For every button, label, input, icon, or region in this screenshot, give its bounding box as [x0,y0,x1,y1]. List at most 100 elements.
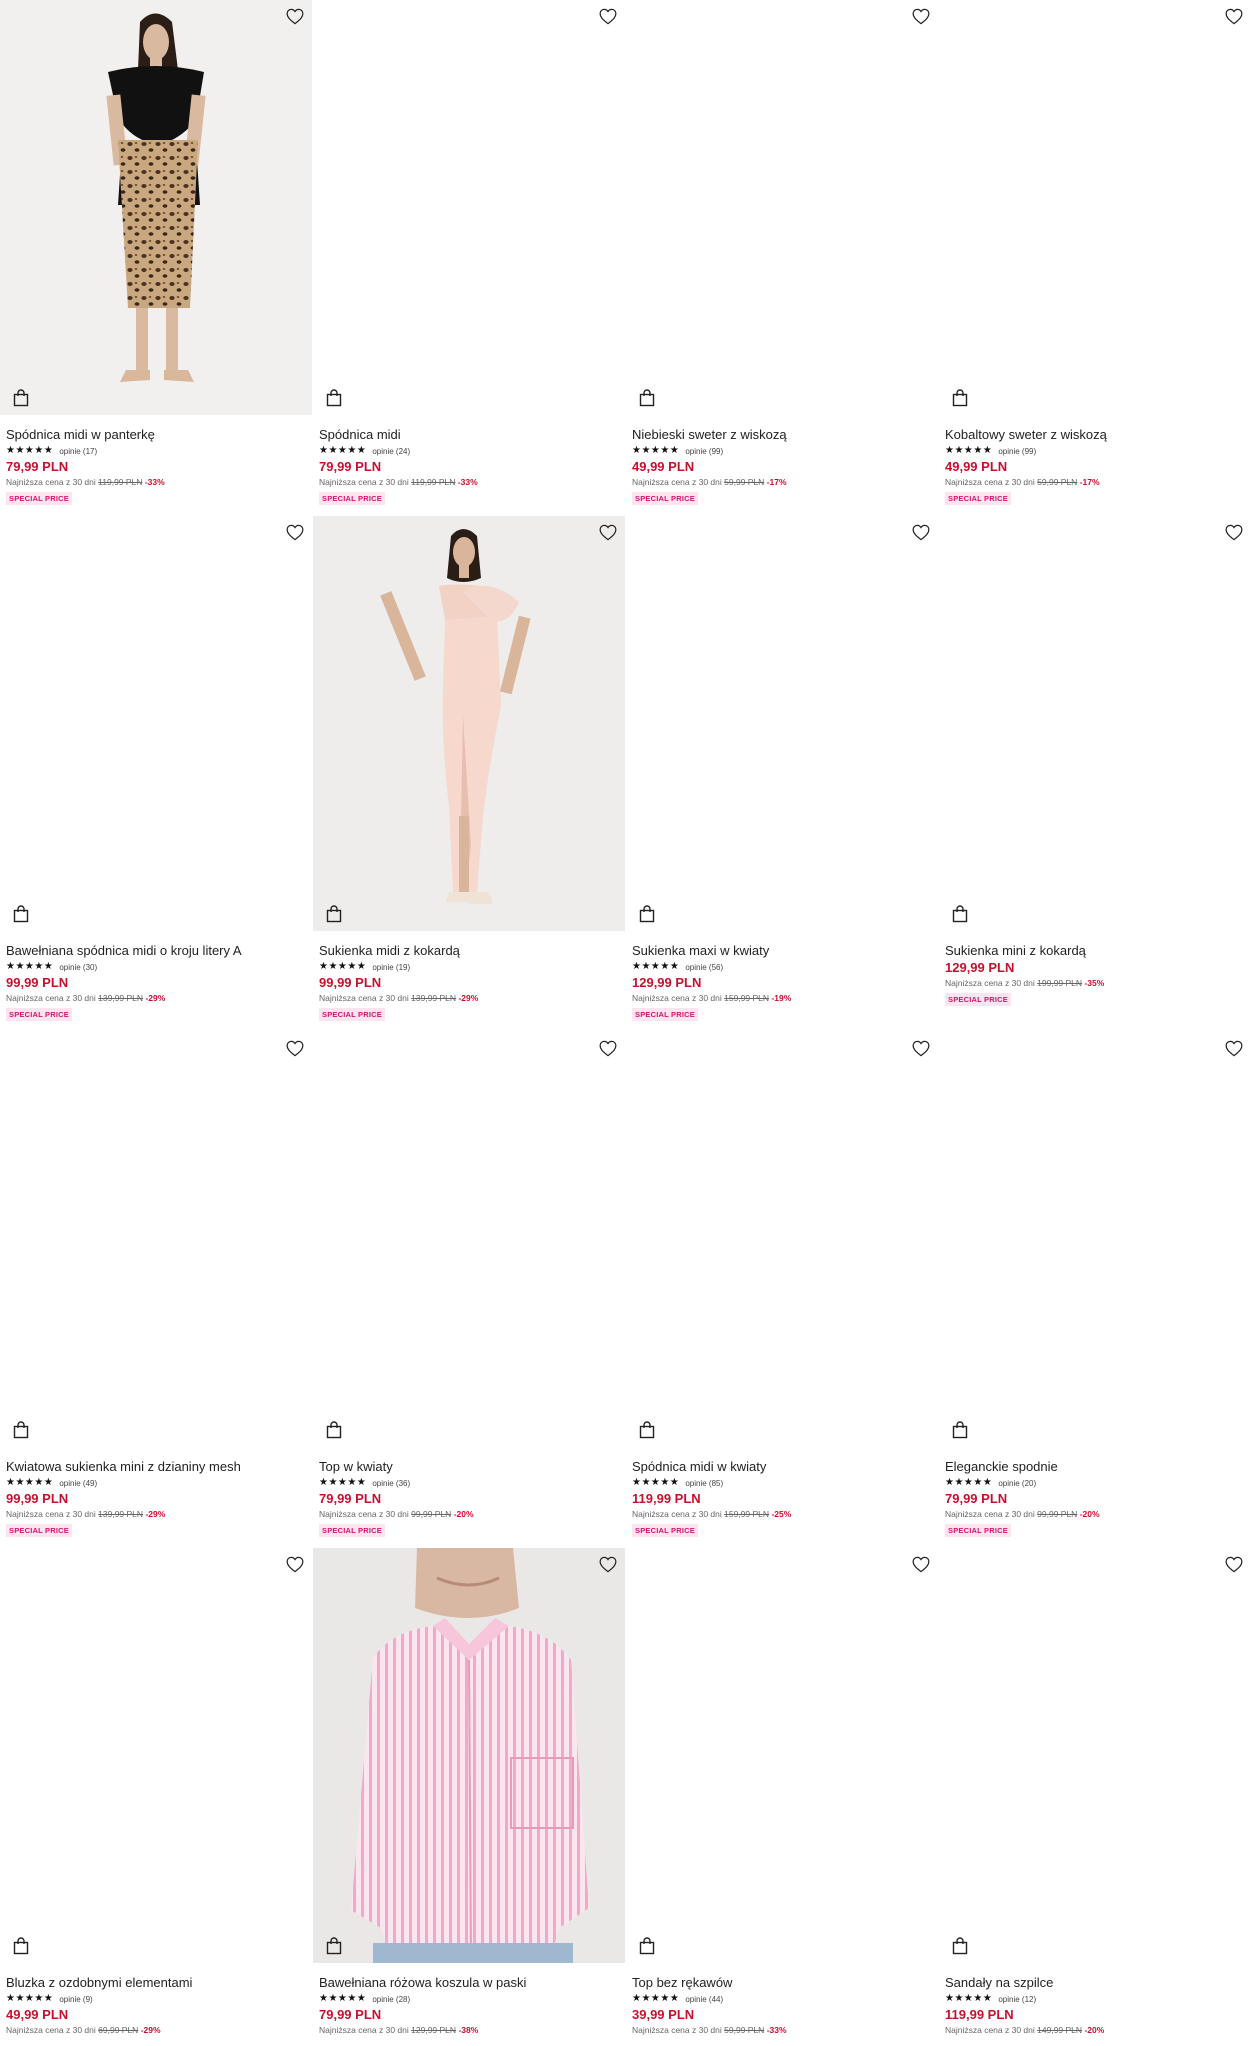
shopping-bag-icon[interactable] [323,1419,345,1441]
product-image[interactable] [626,516,938,931]
product-card[interactable]: Sukienka mini z kokardą 129,99 PLN Najni… [939,516,1250,1032]
old-price: 59,99 PLN [724,477,765,487]
product-card[interactable]: Kobaltowy sweter z wiskozą ★★★★★ opinie … [939,0,1250,516]
product-rating: ★★★★★ opinie (44) [632,1992,938,2006]
product-image[interactable] [939,516,1250,931]
heart-outline-icon[interactable] [284,521,306,543]
shopping-bag-icon[interactable] [949,1419,971,1441]
product-card[interactable]: Eleganckie spodnie ★★★★★ opinie (20) 79,… [939,1032,1250,1548]
discount-percent: -20% [1084,2025,1105,2035]
product-image[interactable] [0,516,312,931]
product-image[interactable] [626,0,938,415]
heart-outline-icon[interactable] [1223,521,1245,543]
heart-outline-icon[interactable] [910,5,932,27]
product-image[interactable] [939,1548,1250,1963]
product-image[interactable] [0,0,312,415]
shopping-bag-icon[interactable] [636,1935,658,1957]
product-name[interactable]: Bawełniana spódnica midi o kroju litery … [6,943,312,959]
product-name[interactable]: Kwiatowa sukienka mini z dzianiny mesh [6,1459,312,1475]
old-price: 119,99 PLN [98,477,143,487]
heart-outline-icon[interactable] [597,1553,619,1575]
lowest-price-30-days: Najniższa cena z 30 dni 159,99 PLN -19% [632,992,938,1004]
shopping-bag-icon[interactable] [10,1935,32,1957]
heart-outline-icon[interactable] [1223,1553,1245,1575]
product-name[interactable]: Sukienka midi z kokardą [319,943,625,959]
product-image[interactable] [0,1032,312,1447]
rating-stars: ★★★★★ [6,961,54,972]
shopping-bag-icon[interactable] [323,1935,345,1957]
heart-outline-icon[interactable] [284,1037,306,1059]
heart-outline-icon[interactable] [284,5,306,27]
product-name[interactable]: Eleganckie spodnie [945,1459,1250,1475]
product-name[interactable]: Spódnica midi w kwiaty [632,1459,938,1475]
heart-outline-icon[interactable] [597,1037,619,1059]
product-image[interactable] [313,1548,625,1963]
lowest-price-30-days: Najniższa cena z 30 dni 59,99 PLN -17% [632,476,938,488]
product-name[interactable]: Bawełniana różowa koszula w paski [319,1975,625,1991]
product-name[interactable]: Bluzka z ozdobnymi elementami [6,1975,312,1991]
shopping-bag-icon[interactable] [323,903,345,925]
product-card[interactable]: Spódnica midi w kwiaty ★★★★★ opinie (85)… [626,1032,938,1548]
rating-stars: ★★★★★ [319,961,367,972]
product-name[interactable]: Niebieski sweter z wiskozą [632,427,938,443]
heart-outline-icon[interactable] [1223,1037,1245,1059]
product-image[interactable] [313,1032,625,1447]
product-name[interactable]: Sukienka mini z kokardą [945,943,1250,959]
shopping-bag-icon[interactable] [636,387,658,409]
shopping-bag-icon[interactable] [10,1419,32,1441]
product-name[interactable]: Kobaltowy sweter z wiskozą [945,427,1250,443]
product-card[interactable]: Sandały na szpilce ★★★★★ opinie (12) 119… [939,1548,1250,2046]
product-card[interactable]: Bawełniana spódnica midi o kroju litery … [0,516,312,1032]
product-name[interactable]: Spódnica midi [319,427,625,443]
old-price: 149,99 PLN [1037,2025,1083,2035]
heart-outline-icon[interactable] [284,1553,306,1575]
heart-outline-icon[interactable] [597,521,619,543]
product-name[interactable]: Sandały na szpilce [945,1975,1250,1991]
lowest-price-label: Najniższa cena z 30 dni [319,2025,409,2035]
product-image[interactable] [0,1548,312,1963]
product-card[interactable]: Sukienka maxi w kwiaty ★★★★★ opinie (56)… [626,516,938,1032]
heart-outline-icon[interactable] [1223,5,1245,27]
rating-stars: ★★★★★ [6,1993,54,2004]
heart-outline-icon[interactable] [910,521,932,543]
product-card[interactable]: Sukienka midi z kokardą ★★★★★ opinie (19… [313,516,625,1032]
product-image[interactable] [626,1032,938,1447]
product-card[interactable]: Niebieski sweter z wiskozą ★★★★★ opinie … [626,0,938,516]
product-name[interactable]: Spódnica midi w panterkę [6,427,312,443]
heart-outline-icon[interactable] [597,5,619,27]
product-price: 79,99 PLN [6,459,69,474]
model-photo [313,1548,625,1963]
product-image[interactable] [313,0,625,415]
product-image[interactable] [313,516,625,931]
product-card[interactable]: Spódnica midi w panterkę ★★★★★ opinie (1… [0,0,312,516]
product-name[interactable]: Sukienka maxi w kwiaty [632,943,938,959]
product-card[interactable]: Spódnica midi ★★★★★ opinie (24) 79,99 PL… [313,0,625,516]
shopping-bag-icon[interactable] [10,387,32,409]
heart-outline-icon[interactable] [910,1553,932,1575]
lowest-price-label: Najniższa cena z 30 dni [632,477,722,487]
lowest-price-30-days: Najniższa cena z 30 dni 119,99 PLN -33% [6,476,312,488]
shopping-bag-icon[interactable] [949,1935,971,1957]
old-price: 119,99 PLN [411,477,456,487]
shopping-bag-icon[interactable] [949,903,971,925]
lowest-price-label: Najniższa cena z 30 dni [6,477,96,487]
product-card[interactable]: Bluzka z ozdobnymi elementami ★★★★★ opin… [0,1548,312,2046]
product-card[interactable]: Bawełniana różowa koszula w paski ★★★★★ … [313,1548,625,2046]
shopping-bag-icon[interactable] [636,1419,658,1441]
product-image[interactable] [939,0,1250,415]
shopping-bag-icon[interactable] [636,903,658,925]
product-card[interactable]: Top bez rękawów ★★★★★ opinie (44) 39,99 … [626,1548,938,2046]
product-name[interactable]: Top w kwiaty [319,1459,625,1475]
old-price: 159,99 PLN [724,1509,770,1519]
shopping-bag-icon[interactable] [949,387,971,409]
product-card[interactable]: Kwiatowa sukienka mini z dzianiny mesh ★… [0,1032,312,1548]
lowest-price-label: Najniższa cena z 30 dni [632,1509,722,1519]
shopping-bag-icon[interactable] [10,903,32,925]
product-image[interactable] [626,1548,938,1963]
product-name[interactable]: Top bez rękawów [632,1975,938,1991]
product-card[interactable]: Top w kwiaty ★★★★★ opinie (36) 79,99 PLN… [313,1032,625,1548]
special-price-badge: SPECIAL PRICE [632,1524,698,1537]
product-image[interactable] [939,1032,1250,1447]
heart-outline-icon[interactable] [910,1037,932,1059]
shopping-bag-icon[interactable] [323,387,345,409]
